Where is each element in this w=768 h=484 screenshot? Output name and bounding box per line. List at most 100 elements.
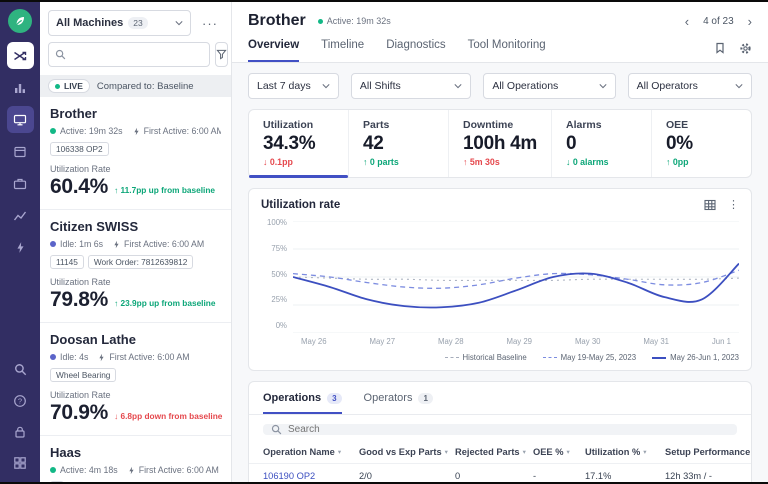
table-search-input[interactable] bbox=[288, 424, 729, 435]
col-oee[interactable]: OEE %▾ bbox=[533, 441, 585, 463]
tab-timeline[interactable]: Timeline bbox=[321, 39, 364, 62]
table-row[interactable]: 106190 OP2 2/0 0 - 17.1% 12h 33m / - - /… bbox=[249, 463, 751, 482]
y-tick: 0% bbox=[261, 321, 287, 330]
legend-historical-baseline[interactable]: Historical Baseline bbox=[445, 353, 527, 362]
operators-value: All Operators bbox=[637, 80, 698, 92]
machine-card-haas[interactable]: Haas Active: 4m 18s First Active: 6:00 A… bbox=[40, 436, 231, 482]
search-icon[interactable] bbox=[7, 356, 34, 383]
machine-status: Active: 19m 32s bbox=[60, 126, 123, 136]
live-toggle[interactable]: LIVE bbox=[48, 79, 90, 93]
legend-prev-week[interactable]: May 19-May 25, 2023 bbox=[543, 353, 636, 362]
header-status: Active: 19m 32s bbox=[318, 16, 391, 26]
col-label: Utilization % bbox=[585, 447, 640, 457]
tab-overview[interactable]: Overview bbox=[248, 39, 299, 62]
first-active: First Active: 6:00 AM bbox=[139, 465, 219, 475]
operators-select[interactable]: All Operators bbox=[628, 73, 752, 99]
gear-icon[interactable] bbox=[739, 42, 752, 55]
compare-label: Compared to: Baseline bbox=[97, 81, 194, 92]
page-title: Brother bbox=[248, 12, 306, 30]
y-tick: 100% bbox=[261, 218, 287, 227]
bookmark-icon[interactable] bbox=[714, 42, 726, 54]
machines-dropdown[interactable]: All Machines 23 bbox=[48, 10, 191, 36]
legend-current-week[interactable]: May 26-Jun 1, 2023 bbox=[652, 353, 739, 362]
tab-label: Operations bbox=[263, 392, 321, 404]
kpi-label: Downtime bbox=[463, 119, 537, 131]
machine-card-brother[interactable]: Brother Active: 19m 32s First Active: 6:… bbox=[40, 97, 231, 210]
chevron-down-icon bbox=[175, 20, 183, 26]
machine-tag: Wheel Bearing bbox=[50, 368, 116, 382]
col-good-vs-exp[interactable]: Good vs Exp Parts▾ bbox=[359, 441, 455, 463]
line-chart-icon[interactable] bbox=[7, 202, 34, 229]
status-dot-icon bbox=[50, 241, 56, 247]
y-tick: 25% bbox=[261, 295, 287, 304]
kpi-downtime[interactable]: Downtime 100h 4m ↑ 5m 30s bbox=[448, 110, 551, 177]
date-range-value: Last 7 days bbox=[257, 80, 311, 92]
machine-card-citizen-swiss[interactable]: Citizen SWISS Idle: 1m 6s First Active: … bbox=[40, 210, 231, 323]
machine-card-doosan-lathe[interactable]: Doosan Lathe Idle: 4s First Active: 6:00… bbox=[40, 323, 231, 436]
col-rejected-parts[interactable]: Rejected Parts▾ bbox=[455, 441, 533, 463]
shifts-select[interactable]: All Shifts bbox=[351, 73, 471, 99]
date-range-select[interactable]: Last 7 days bbox=[248, 73, 339, 99]
utilization-plot[interactable] bbox=[293, 221, 739, 333]
next-machine-button[interactable]: › bbox=[748, 15, 752, 28]
col-operation-name[interactable]: Operation Name▾ bbox=[263, 441, 359, 463]
live-label: LIVE bbox=[64, 81, 83, 91]
tab-tool-monitoring[interactable]: Tool Monitoring bbox=[468, 39, 546, 62]
solid-blue-line-icon bbox=[652, 357, 666, 359]
first-active: First Active: 6:00 AM bbox=[144, 126, 221, 136]
briefcase-icon[interactable] bbox=[7, 170, 34, 197]
sidebar-search-input[interactable] bbox=[71, 49, 203, 60]
machine-tag bbox=[50, 481, 64, 482]
bolt-icon bbox=[132, 127, 141, 136]
kpi-alarms[interactable]: Alarms 0 ↓ 0 alarms bbox=[551, 110, 651, 177]
machine-status: Active: 4m 18s bbox=[60, 465, 118, 475]
filter-row: Last 7 days All Shifts All Operations Al… bbox=[248, 73, 752, 99]
bar-chart-icon[interactable] bbox=[7, 74, 34, 101]
kpi-utilization[interactable]: Utilization 34.3% ↓ 0.1pp bbox=[249, 110, 348, 177]
box-icon[interactable] bbox=[7, 138, 34, 165]
brand-logo-icon[interactable] bbox=[8, 9, 32, 33]
sort-chevron-icon: ▾ bbox=[566, 448, 569, 456]
tab-operations[interactable]: Operations 3 bbox=[263, 382, 342, 414]
icon-rail bbox=[0, 2, 40, 482]
col-utilization[interactable]: Utilization %▾ bbox=[585, 441, 665, 463]
filter-button[interactable] bbox=[215, 42, 228, 67]
tab-count-badge: 3 bbox=[327, 393, 341, 404]
cell-good-vs-exp: 2/0 bbox=[359, 464, 455, 482]
help-icon[interactable] bbox=[7, 387, 34, 414]
chart-title: Utilization rate bbox=[261, 199, 340, 211]
table-search-box bbox=[263, 424, 737, 435]
shuffle-icon[interactable] bbox=[7, 42, 34, 69]
y-tick: 50% bbox=[261, 270, 287, 279]
operations-select[interactable]: All Operations bbox=[483, 73, 615, 99]
machine-tag: 106338 OP2 bbox=[50, 142, 109, 156]
machine-list: Brother Active: 19m 32s First Active: 6:… bbox=[40, 97, 231, 482]
x-tick: Jun 1 bbox=[712, 337, 731, 346]
table-view-icon[interactable] bbox=[704, 199, 716, 211]
machine-tag: Work Order: 7812639812 bbox=[88, 255, 193, 269]
sort-chevron-icon: ▾ bbox=[445, 448, 448, 456]
chart-legend: Historical Baseline May 19-May 25, 2023 … bbox=[261, 353, 739, 362]
operation-link[interactable]: 106190 OP2 bbox=[263, 464, 359, 482]
grid-icon[interactable] bbox=[7, 449, 34, 476]
search-icon bbox=[271, 424, 282, 435]
cell-oee: - bbox=[533, 464, 585, 482]
col-label: Setup Performance bbox=[665, 447, 750, 457]
kebab-menu-icon[interactable]: ⋮ bbox=[728, 200, 739, 211]
tab-diagnostics[interactable]: Diagnostics bbox=[386, 39, 445, 62]
col-setup-performance[interactable]: Setup Performance▾ bbox=[665, 441, 752, 463]
bolt-icon[interactable] bbox=[7, 234, 34, 261]
lock-icon[interactable] bbox=[7, 418, 34, 445]
legend-label: May 26-Jun 1, 2023 bbox=[670, 353, 739, 362]
kpi-parts[interactable]: Parts 42 ↑ 0 parts bbox=[348, 110, 448, 177]
operations-value: All Operations bbox=[492, 80, 558, 92]
kpi-oee[interactable]: OEE 0% ↑ 0pp bbox=[651, 110, 751, 177]
utilization-delta: ↑ 11.7pp up from baseline bbox=[114, 185, 215, 195]
tab-operators[interactable]: Operators 1 bbox=[364, 382, 433, 414]
prev-machine-button[interactable]: ‹ bbox=[685, 15, 689, 28]
search-icon bbox=[55, 49, 66, 60]
monitor-icon[interactable] bbox=[7, 106, 34, 133]
pager-label: 4 of 23 bbox=[703, 16, 734, 27]
kpi-label: Parts bbox=[363, 119, 434, 131]
more-options-button[interactable]: ··· bbox=[197, 10, 223, 36]
